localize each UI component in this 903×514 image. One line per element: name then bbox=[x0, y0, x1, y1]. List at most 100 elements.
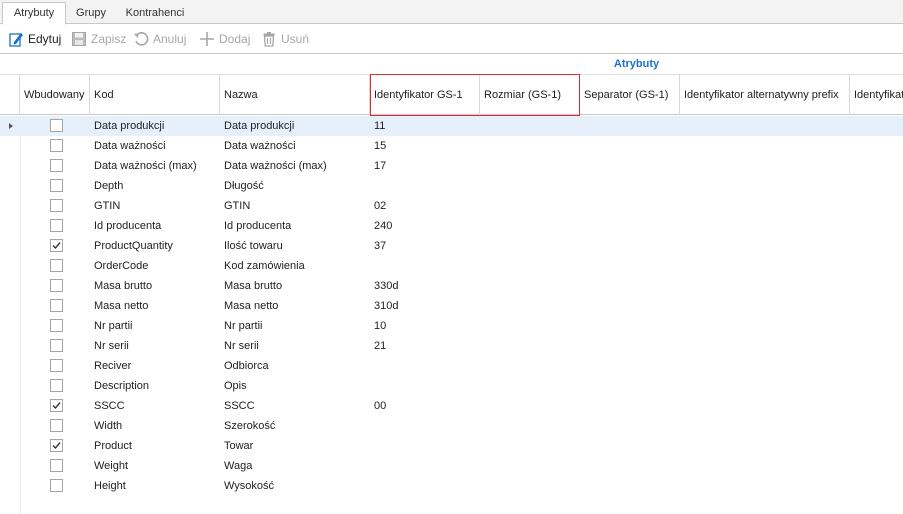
builtin-checkbox[interactable] bbox=[50, 119, 63, 132]
row-indicator[interactable] bbox=[0, 216, 20, 236]
name-cell[interactable]: Data ważności bbox=[220, 136, 370, 156]
row-indicator[interactable] bbox=[0, 356, 20, 376]
name-cell[interactable]: Długość bbox=[220, 176, 370, 196]
edit-button[interactable]: Edytuj bbox=[8, 29, 61, 49]
builtin-checkbox[interactable] bbox=[50, 339, 63, 352]
table-row[interactable]: Id producenta Id producenta 240 bbox=[0, 216, 903, 236]
table-row[interactable]: Height Wysokość bbox=[0, 476, 903, 496]
code-cell[interactable]: Description bbox=[90, 376, 220, 396]
column-header-identyfikator[interactable]: Identyfikator bbox=[850, 75, 903, 115]
row-indicator[interactable] bbox=[0, 316, 20, 336]
gs1-identifier-cell[interactable] bbox=[370, 256, 480, 276]
name-cell[interactable]: Kod zamówienia bbox=[220, 256, 370, 276]
gs1-identifier-cell[interactable] bbox=[370, 376, 480, 396]
name-cell[interactable]: SSCC bbox=[220, 396, 370, 416]
row-indicator[interactable] bbox=[0, 436, 20, 456]
cancel-button[interactable]: Anuluj bbox=[133, 29, 186, 49]
name-cell[interactable]: Nr serii bbox=[220, 336, 370, 356]
name-cell[interactable]: Data ważności (max) bbox=[220, 156, 370, 176]
gs1-identifier-cell[interactable]: 21 bbox=[370, 336, 480, 356]
table-row[interactable]: Width Szerokość bbox=[0, 416, 903, 436]
row-indicator[interactable] bbox=[0, 276, 20, 296]
gs1-identifier-cell[interactable] bbox=[370, 476, 480, 496]
builtin-checkbox[interactable] bbox=[50, 199, 63, 212]
table-row[interactable]: Reciver Odbiorca bbox=[0, 356, 903, 376]
gs1-identifier-cell[interactable] bbox=[370, 456, 480, 476]
builtin-checkbox[interactable] bbox=[50, 239, 63, 252]
column-header-alt-prefix[interactable]: Identyfikator alternatywny prefix bbox=[680, 75, 850, 115]
code-cell[interactable]: OrderCode bbox=[90, 256, 220, 276]
gs1-identifier-cell[interactable]: 15 bbox=[370, 136, 480, 156]
row-indicator[interactable] bbox=[0, 256, 20, 276]
gs1-identifier-cell[interactable]: 00 bbox=[370, 396, 480, 416]
code-cell[interactable]: Masa brutto bbox=[90, 276, 220, 296]
name-cell[interactable]: Ilość towaru bbox=[220, 236, 370, 256]
name-cell[interactable]: Masa brutto bbox=[220, 276, 370, 296]
add-button[interactable]: Dodaj bbox=[199, 29, 250, 49]
gs1-identifier-cell[interactable] bbox=[370, 176, 480, 196]
table-row[interactable]: Description Opis bbox=[0, 376, 903, 396]
name-cell[interactable]: Szerokość bbox=[220, 416, 370, 436]
builtin-checkbox[interactable] bbox=[50, 219, 63, 232]
save-button[interactable]: Zapisz bbox=[71, 29, 126, 49]
builtin-checkbox[interactable] bbox=[50, 399, 63, 412]
builtin-checkbox[interactable] bbox=[50, 179, 63, 192]
gs1-identifier-cell[interactable] bbox=[370, 356, 480, 376]
code-cell[interactable]: GTIN bbox=[90, 196, 220, 216]
table-row[interactable]: Product Towar bbox=[0, 436, 903, 456]
builtin-checkbox[interactable] bbox=[50, 359, 63, 372]
column-header-gs1-identifier[interactable]: Identyfikator GS-1 bbox=[370, 75, 480, 115]
name-cell[interactable]: Waga bbox=[220, 456, 370, 476]
row-indicator[interactable] bbox=[0, 116, 20, 136]
code-cell[interactable]: Depth bbox=[90, 176, 220, 196]
column-header-gs1-size[interactable]: Rozmiar (GS-1) bbox=[480, 75, 580, 115]
builtin-checkbox[interactable] bbox=[50, 319, 63, 332]
name-cell[interactable]: Odbiorca bbox=[220, 356, 370, 376]
gs1-identifier-cell[interactable]: 10 bbox=[370, 316, 480, 336]
table-row[interactable]: SSCC SSCC 00 bbox=[0, 396, 903, 416]
name-cell[interactable]: Wysokość bbox=[220, 476, 370, 496]
code-cell[interactable]: Nr partii bbox=[90, 316, 220, 336]
name-cell[interactable]: GTIN bbox=[220, 196, 370, 216]
code-cell[interactable]: Height bbox=[90, 476, 220, 496]
builtin-checkbox[interactable] bbox=[50, 279, 63, 292]
builtin-checkbox[interactable] bbox=[50, 139, 63, 152]
code-cell[interactable]: Masa netto bbox=[90, 296, 220, 316]
row-indicator[interactable] bbox=[0, 396, 20, 416]
gs1-identifier-cell[interactable]: 37 bbox=[370, 236, 480, 256]
builtin-checkbox[interactable] bbox=[50, 299, 63, 312]
tab-atrybuty[interactable]: Atrybuty bbox=[2, 2, 66, 25]
code-cell[interactable]: SSCC bbox=[90, 396, 220, 416]
table-row[interactable]: GTIN GTIN 02 bbox=[0, 196, 903, 216]
builtin-checkbox[interactable] bbox=[50, 459, 63, 472]
name-cell[interactable]: Nr partii bbox=[220, 316, 370, 336]
code-cell[interactable]: Nr serii bbox=[90, 336, 220, 356]
gs1-identifier-cell[interactable] bbox=[370, 436, 480, 456]
table-row[interactable]: Nr serii Nr serii 21 bbox=[0, 336, 903, 356]
gs1-identifier-cell[interactable]: 17 bbox=[370, 156, 480, 176]
code-cell[interactable]: Data ważności bbox=[90, 136, 220, 156]
gs1-identifier-cell[interactable]: 02 bbox=[370, 196, 480, 216]
row-indicator[interactable] bbox=[0, 376, 20, 396]
code-cell[interactable]: ProductQuantity bbox=[90, 236, 220, 256]
tab-kontrahenci[interactable]: Kontrahenci bbox=[116, 3, 194, 24]
builtin-checkbox[interactable] bbox=[50, 259, 63, 272]
name-cell[interactable]: Towar bbox=[220, 436, 370, 456]
gs1-identifier-cell[interactable]: 330d bbox=[370, 276, 480, 296]
gs1-identifier-cell[interactable]: 310d bbox=[370, 296, 480, 316]
builtin-checkbox[interactable] bbox=[50, 379, 63, 392]
code-cell[interactable]: Width bbox=[90, 416, 220, 436]
row-indicator[interactable] bbox=[0, 296, 20, 316]
tab-grupy[interactable]: Grupy bbox=[68, 3, 114, 24]
row-indicator[interactable] bbox=[0, 156, 20, 176]
table-row[interactable]: Depth Długość bbox=[0, 176, 903, 196]
column-header-kod[interactable]: Kod bbox=[90, 75, 220, 115]
column-header-nazwa[interactable]: Nazwa bbox=[220, 75, 370, 115]
builtin-checkbox[interactable] bbox=[50, 159, 63, 172]
gs1-identifier-cell[interactable] bbox=[370, 416, 480, 436]
row-indicator[interactable] bbox=[0, 236, 20, 256]
table-row[interactable]: Data produkcji Data produkcji 11 bbox=[0, 116, 903, 136]
gs1-identifier-cell[interactable]: 11 bbox=[370, 116, 480, 136]
table-row[interactable]: Data ważności Data ważności 15 bbox=[0, 136, 903, 156]
row-indicator[interactable] bbox=[0, 336, 20, 356]
